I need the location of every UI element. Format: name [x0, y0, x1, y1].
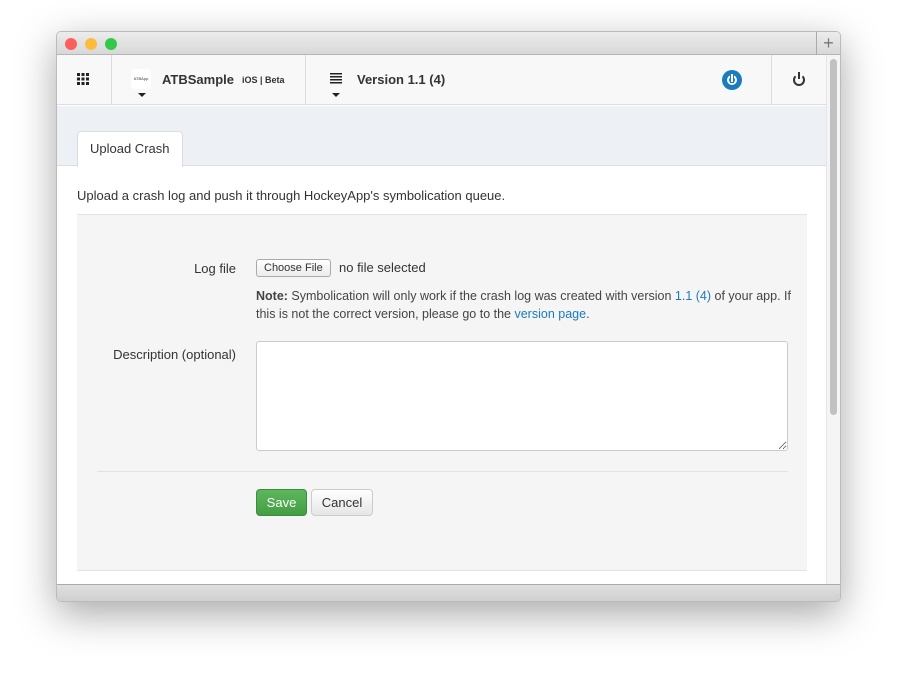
window-bottom-bar — [57, 584, 840, 601]
list-icon — [330, 73, 342, 84]
version-page-link[interactable]: version page — [514, 307, 586, 321]
scrollbar-thumb[interactable] — [830, 59, 837, 415]
version-switcher[interactable]: Version 1.1 (4) — [330, 69, 490, 103]
zoom-button[interactable] — [105, 38, 117, 50]
version-link[interactable]: 1.1 (4) — [675, 289, 711, 303]
cancel-button[interactable]: Cancel — [311, 489, 373, 516]
browser-window: + ATBApp ATBSample iOS | Beta Version 1.… — [56, 31, 841, 602]
save-button[interactable]: Save — [256, 489, 307, 516]
status-power-icon[interactable] — [722, 70, 742, 90]
upload-form: Log file Choose File no file selected No… — [77, 214, 807, 571]
app-switcher[interactable]: ATBApp ATBSample iOS | Beta — [131, 69, 291, 103]
app-icon: ATBApp — [131, 69, 151, 89]
intro-text: Upload a crash log and push it through H… — [77, 188, 506, 203]
description-textarea[interactable] — [256, 341, 788, 451]
title-bar: + — [57, 32, 840, 55]
new-tab-button[interactable]: + — [816, 32, 840, 55]
choose-file-button[interactable]: Choose File — [256, 259, 331, 277]
close-button[interactable] — [65, 38, 77, 50]
symbolication-note: Note: Symbolication will only work if th… — [256, 289, 791, 321]
caret-down-icon — [138, 93, 146, 97]
tab-upload-crash[interactable]: Upload Crash — [77, 131, 183, 167]
app-platform: iOS | Beta — [242, 75, 285, 85]
top-navbar: ATBApp ATBSample iOS | Beta Version 1.1 … — [57, 55, 827, 105]
caret-down-icon — [332, 93, 340, 97]
log-file-label: Log file — [194, 261, 236, 276]
form-divider — [97, 471, 788, 472]
file-status: no file selected — [339, 260, 426, 275]
minimize-button[interactable] — [85, 38, 97, 50]
version-label: Version 1.1 (4) — [357, 72, 446, 87]
logout-power-icon[interactable] — [793, 72, 805, 86]
tab-bar: Upload Crash — [57, 106, 827, 167]
apps-grid-icon[interactable] — [77, 73, 89, 85]
app-name: ATBSample — [162, 72, 234, 87]
vertical-scrollbar[interactable] — [826, 55, 840, 586]
description-label: Description (optional) — [113, 347, 236, 362]
